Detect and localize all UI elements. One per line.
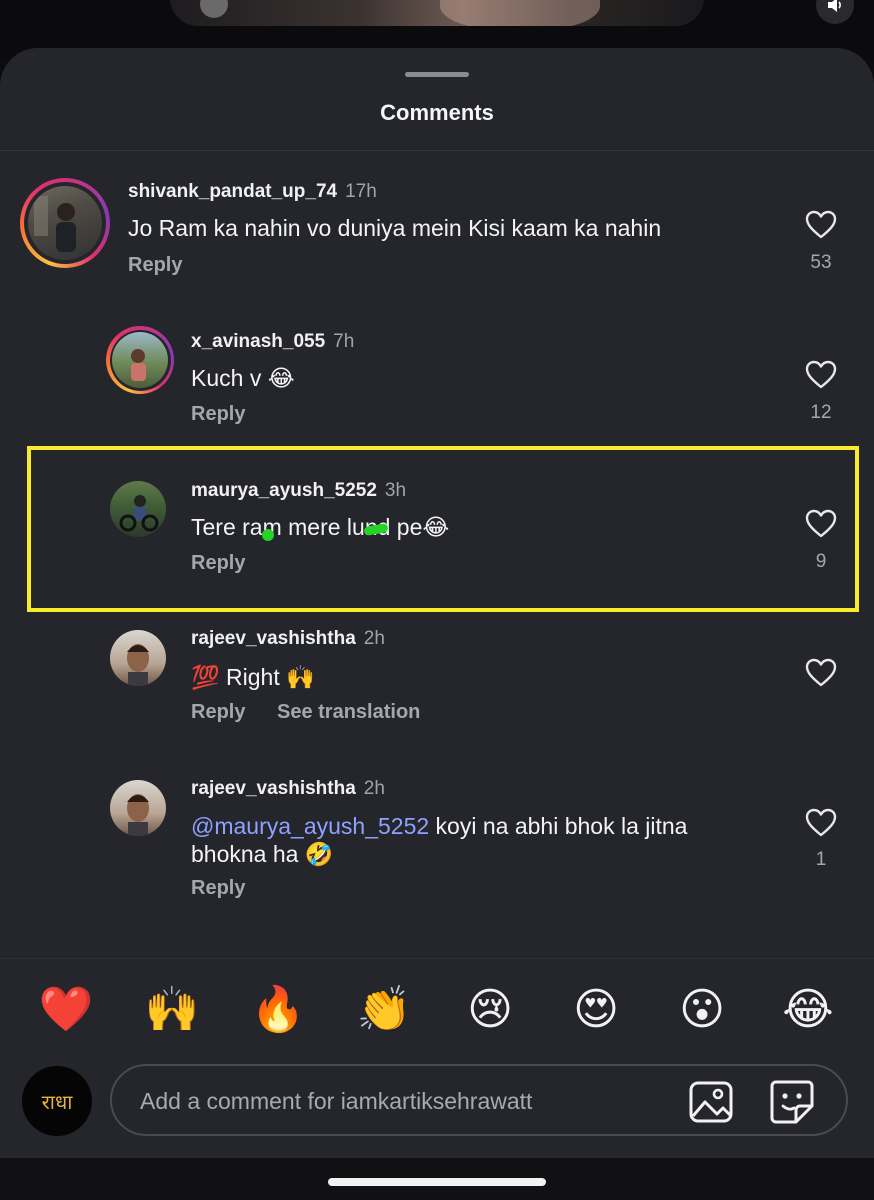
image-gallery-icon[interactable] — [688, 1080, 734, 1124]
comment-time: 2h — [363, 778, 385, 799]
video-blob — [440, 0, 600, 26]
comment-username[interactable]: shivank_pandat_up_74 17h — [128, 181, 377, 203]
see-translation-button[interactable]: See translation — [277, 701, 420, 724]
comment-username[interactable]: rajeev_vashishtha 2h — [191, 628, 385, 650]
drag-handle[interactable] — [405, 72, 469, 77]
emoji-surprised[interactable]: 😮 — [673, 981, 731, 1039]
emoji-heart-eyes[interactable]: 😍 — [567, 981, 625, 1039]
avatar[interactable] — [28, 186, 102, 260]
reply-button[interactable]: Reply — [128, 254, 182, 277]
emoji-raised-hands[interactable]: 🙌 — [143, 981, 201, 1039]
like-count: 53 — [810, 252, 832, 273]
home-indicator[interactable] — [328, 1178, 546, 1186]
comment-time: 3h — [384, 480, 407, 501]
avatar[interactable] — [110, 630, 166, 686]
current-user-avatar[interactable]: राधा — [22, 1066, 92, 1136]
comment-time: 2h — [363, 628, 385, 649]
comment-username[interactable]: x_avinash_055 7h — [191, 331, 354, 353]
green-dot-mark — [262, 529, 274, 541]
like-count: 9 — [815, 551, 827, 572]
reply-button[interactable]: Reply — [191, 552, 245, 575]
emoji-fire[interactable]: 🔥 — [249, 981, 307, 1039]
comment-text: Kuch v 😂 — [191, 365, 295, 391]
heart-icon[interactable] — [805, 658, 837, 688]
comment-time: 7h — [333, 331, 355, 352]
sheet-title: Comments — [380, 100, 494, 125]
mention-link[interactable]: @maurya_ayush_5252 — [191, 813, 429, 839]
comment-time: 17h — [345, 181, 377, 202]
like-count: 1 — [815, 849, 827, 870]
reply-button[interactable]: Reply — [191, 877, 245, 900]
emoji-laughing[interactable]: 😂 — [779, 981, 837, 1039]
emoji-clap[interactable]: 👏 — [355, 981, 413, 1039]
comment-username[interactable]: rajeev_vashishtha 2h — [191, 778, 385, 800]
divider — [0, 150, 874, 151]
emoji-heart[interactable]: ❤️ — [37, 981, 95, 1039]
reply-button[interactable]: Reply — [191, 403, 245, 426]
avatar[interactable] — [110, 481, 166, 537]
avatar[interactable] — [110, 780, 166, 836]
comment-text: Tere ram mere lund pe😂 — [191, 514, 450, 540]
heart-icon[interactable] — [805, 509, 837, 539]
like-count: 12 — [810, 402, 832, 423]
comment-text: @maurya_ayush_5252 koyi na abhi bhok la … — [191, 813, 688, 867]
video-preview[interactable] — [170, 0, 704, 26]
sticker-icon[interactable] — [768, 1078, 816, 1126]
comment-username[interactable]: maurya_ayush_5252 3h — [191, 480, 406, 502]
comment-text: 💯 Right 🙌 — [191, 664, 315, 690]
comment-composer — [110, 1064, 848, 1136]
heart-icon[interactable] — [805, 360, 837, 390]
heart-icon[interactable] — [805, 210, 837, 240]
comment-input[interactable] — [138, 1080, 662, 1122]
reply-button[interactable]: Reply — [191, 701, 245, 724]
heart-icon[interactable] — [805, 808, 837, 838]
avatar[interactable] — [112, 332, 168, 388]
comment-text: Jo Ram ka nahin vo duniya mein Kisi kaam… — [128, 215, 662, 241]
emoji-reaction-bar: ❤️ 🙌 🔥 👏 😢 😍 😮 😂 — [0, 958, 874, 1059]
emoji-crying[interactable]: 😢 — [461, 981, 519, 1039]
video-blob — [200, 0, 228, 18]
